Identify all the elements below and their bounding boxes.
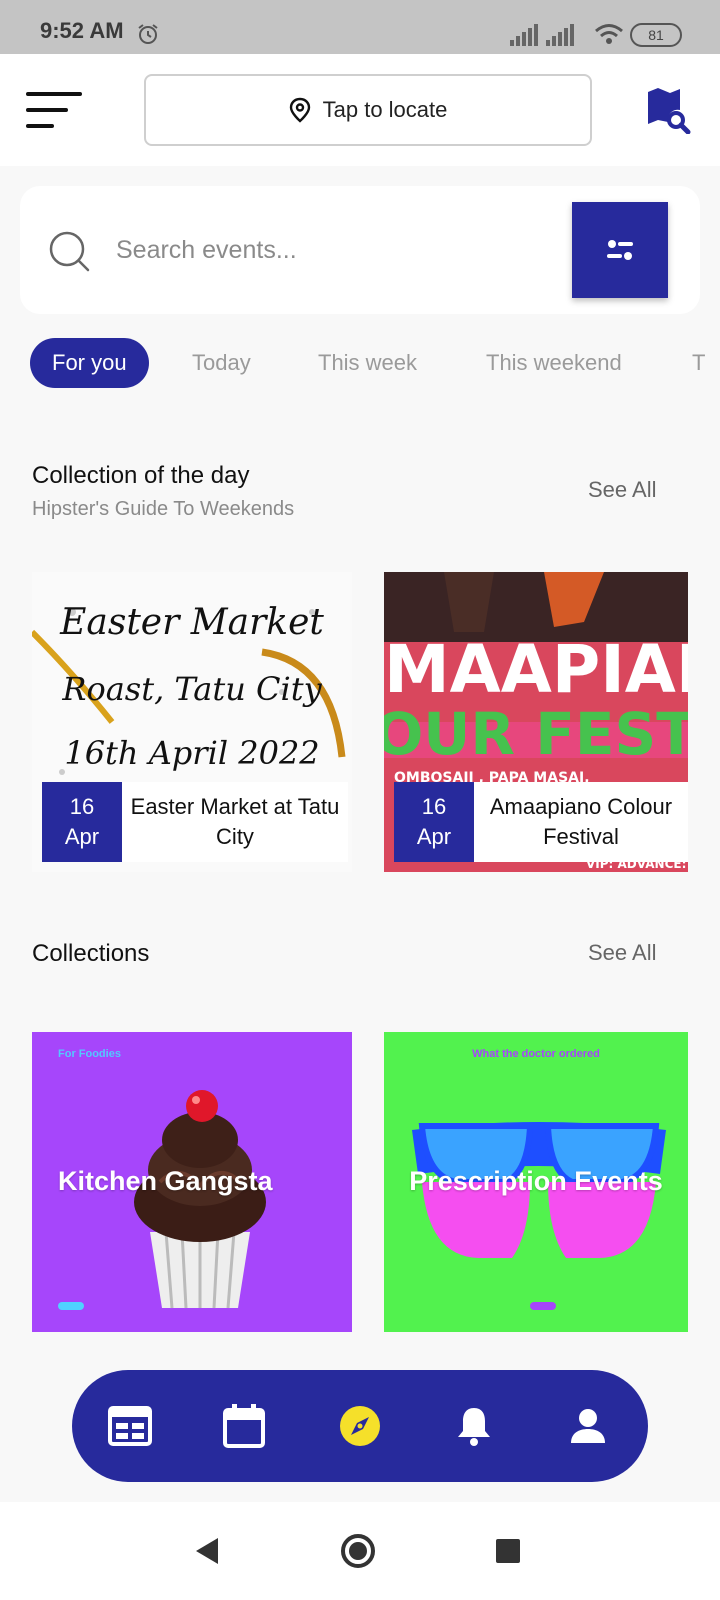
date-day: 16 [421, 794, 447, 819]
battery-indicator: 81 [630, 23, 682, 47]
event-name: Amaapiano Colour Festival [474, 782, 688, 862]
wifi-icon [595, 24, 623, 44]
poster-line-2: Roast, Tatu City [61, 670, 322, 708]
tab-this-week[interactable]: This week [318, 338, 417, 388]
date-month: Apr [416, 824, 452, 849]
nav-explore[interactable] [334, 1400, 386, 1452]
filter-button[interactable] [572, 202, 668, 298]
poster-line-1: Easter Market [59, 602, 324, 643]
location-selector[interactable]: Tap to locate [144, 74, 592, 146]
person-icon [571, 1409, 605, 1443]
collection-title: Kitchen Gangsta [58, 1166, 273, 1196]
recents-icon[interactable] [496, 1539, 520, 1563]
signal-icon [510, 24, 538, 46]
nav-notifications[interactable] [448, 1400, 500, 1452]
nav-news[interactable] [104, 1400, 156, 1452]
cupcake-image [134, 1090, 266, 1309]
poster-line-1: MAAPIAN [384, 631, 688, 708]
see-all-link[interactable]: See All [588, 940, 657, 966]
nav-profile[interactable] [562, 1400, 614, 1452]
collection-of-day-subtitle: Hipster's Guide To Weekends [32, 498, 295, 520]
event-name: Easter Market at Tatu City [122, 782, 348, 862]
date-month: Apr [64, 824, 100, 849]
tab-today[interactable]: Today [192, 338, 251, 388]
alarm-icon [138, 24, 158, 44]
compass-icon [340, 1406, 380, 1446]
locate-label: Tap to locate [322, 97, 448, 122]
back-icon[interactable] [194, 1536, 220, 1566]
collection-card[interactable]: What the doctor ordered Prescription Eve… [384, 1032, 688, 1332]
status-time: 9:52 AM [40, 18, 124, 43]
home-icon[interactable] [340, 1533, 376, 1569]
poster-line-3: 16th April 2022 [64, 734, 319, 772]
filter-icon [607, 240, 633, 260]
signal-icon-2 [546, 24, 574, 46]
calendar-icon [223, 1404, 265, 1448]
news-icon [108, 1406, 152, 1446]
see-all-link[interactable]: See All [588, 477, 657, 503]
date-badge: 16 Apr [42, 782, 122, 862]
carousel-dot [530, 1302, 556, 1310]
event-card[interactable]: Easter Market Roast, Tatu City 16th Apri… [32, 572, 352, 872]
collection-title: Prescription Events [409, 1166, 663, 1196]
nav-calendar[interactable] [218, 1400, 270, 1452]
carousel-dot [58, 1302, 84, 1310]
poster-line-2: OUR FEST [384, 700, 688, 768]
tab-more[interactable]: T [692, 338, 720, 388]
tab-for-you[interactable]: For you [30, 338, 149, 388]
map-search-icon[interactable] [646, 86, 692, 134]
tab-this-weekend[interactable]: This weekend [486, 338, 622, 388]
location-pin-icon [289, 97, 310, 123]
event-card[interactable]: MAAPIAN OUR FEST OMBOSAJI , PAPA MASAI, … [384, 572, 688, 872]
menu-button[interactable] [26, 92, 84, 132]
collection-card[interactable]: For Foodies Kitchen Gangsta [32, 1032, 352, 1332]
collections-title: Collections [32, 940, 150, 967]
bell-icon [458, 1408, 490, 1446]
collection-tag: What the doctor ordered [472, 1048, 600, 1060]
date-day: 16 [69, 794, 95, 819]
date-badge: 16 Apr [394, 782, 474, 862]
collection-tag: For Foodies [58, 1048, 121, 1060]
search-input[interactable] [116, 226, 536, 274]
collection-of-day-title: Collection of the day [32, 462, 250, 489]
search-icon [49, 231, 90, 272]
